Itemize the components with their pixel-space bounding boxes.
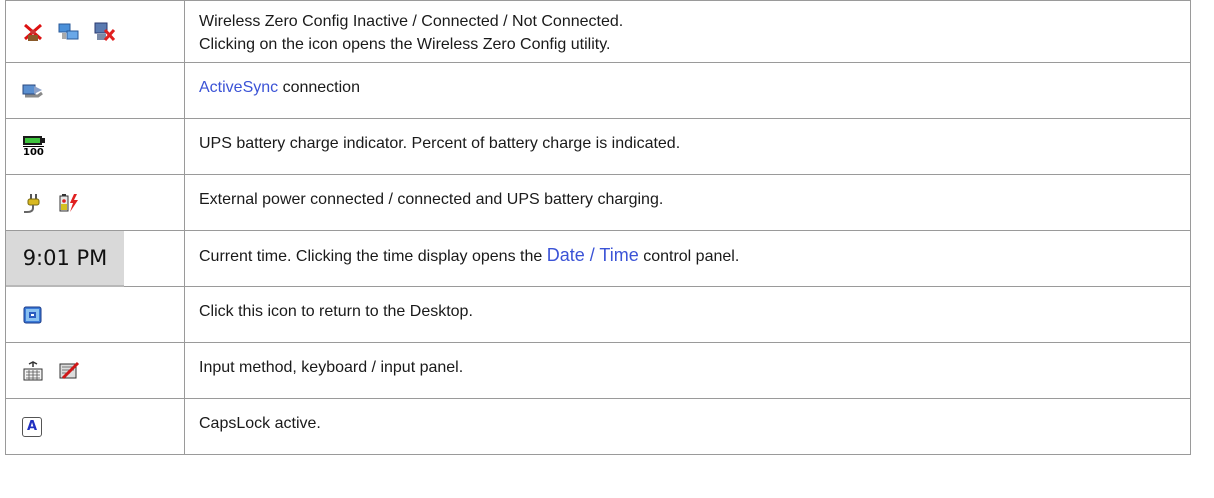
description-cell: ActiveSync connection [184, 62, 1191, 119]
battery-description: UPS battery charge indicator. Percent of… [199, 135, 681, 152]
power-description: External power connected / connected and… [199, 191, 664, 208]
table-row: Click this icon to return to the Desktop… [5, 286, 1191, 343]
wireless-not-connected-icon[interactable] [94, 21, 116, 43]
table-row: ActiveSync connection [5, 62, 1191, 119]
description-cell: Wireless Zero Config Inactive / Connecte… [184, 0, 1191, 63]
table-row: 100 UPS battery charge indicator. Percen… [5, 118, 1191, 175]
table-row: Input method, keyboard / input panel. [5, 342, 1191, 399]
wireless-connected-icon[interactable] [58, 21, 80, 43]
battery-charge-icon[interactable]: 100 [22, 134, 46, 160]
keyboard-icon[interactable] [22, 360, 44, 382]
wireless-description-line1: Wireless Zero Config Inactive / Connecte… [199, 13, 624, 30]
table-row: A CapsLock active. [5, 398, 1191, 455]
description-cell: Current time. Clicking the time display … [184, 230, 1191, 287]
table-row: External power connected / connected and… [5, 174, 1191, 231]
description-cell: Click this icon to return to the Desktop… [184, 286, 1191, 343]
icon-cell [5, 174, 185, 231]
icon-cell [5, 62, 185, 119]
system-tray-icon-table: Wireless Zero Config Inactive / Connecte… [5, 0, 1191, 455]
input-panel-icon[interactable] [58, 360, 80, 382]
clock-display[interactable]: 9:01 PM [6, 231, 124, 287]
wireless-description-line2: Clicking on the icon opens the Wireless … [199, 36, 611, 53]
capslock-icon[interactable]: A [22, 416, 42, 437]
icon-cell: 9:01 PM [5, 230, 185, 287]
icon-cell [5, 286, 185, 343]
table-row: 9:01 PM Current time. Clicking the time … [5, 230, 1191, 287]
activesync-link[interactable]: ActiveSync [199, 79, 278, 96]
icon-cell [5, 0, 185, 63]
description-cell: UPS battery charge indicator. Percent of… [184, 118, 1191, 175]
time-description-start: Current time. Clicking the time display … [199, 248, 547, 265]
input-method-description: Input method, keyboard / input panel. [199, 359, 464, 376]
desktop-icon[interactable] [22, 304, 44, 326]
description-cell: CapsLock active. [184, 398, 1191, 455]
capslock-description: CapsLock active. [199, 415, 321, 432]
description-cell: External power connected / connected and… [184, 174, 1191, 231]
icon-cell [5, 342, 185, 399]
battery-charging-icon[interactable] [58, 192, 80, 214]
icon-cell: A [5, 398, 185, 455]
capslock-letter: A [26, 419, 38, 434]
description-cell: Input method, keyboard / input panel. [184, 342, 1191, 399]
date-time-link[interactable]: Date / Time [547, 245, 639, 265]
battery-percent-label: 100 [23, 145, 44, 158]
time-description-end: control panel. [638, 248, 740, 265]
icon-cell: 100 [5, 118, 185, 175]
external-power-icon[interactable] [22, 192, 44, 214]
wireless-inactive-icon[interactable] [22, 21, 44, 43]
desktop-description: Click this icon to return to the Desktop… [199, 303, 473, 320]
table-row: Wireless Zero Config Inactive / Connecte… [5, 0, 1191, 63]
activesync-icon[interactable] [22, 80, 44, 102]
activesync-description: connection [278, 79, 360, 96]
